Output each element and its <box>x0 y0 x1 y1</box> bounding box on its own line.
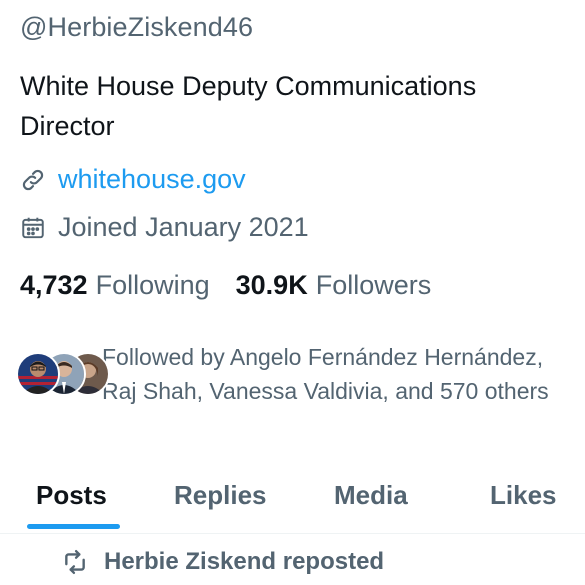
followers-stat[interactable]: 30.9K Followers <box>236 270 432 301</box>
followers-label: Followers <box>315 270 432 300</box>
avatar <box>16 352 60 396</box>
tab-replies[interactable]: Replies <box>174 470 267 532</box>
website-link[interactable]: whitehouse.gov <box>58 164 246 195</box>
tab-likes[interactable]: Likes <box>490 470 557 532</box>
repost-icon <box>62 549 88 575</box>
website-row: whitehouse.gov <box>20 164 246 195</box>
following-count: 4,732 <box>20 270 88 300</box>
tab-label: Media <box>334 480 408 510</box>
tabs-divider <box>0 533 585 534</box>
tab-media[interactable]: Media <box>334 470 408 532</box>
active-tab-indicator <box>27 524 120 529</box>
profile-handle: @HerbieZiskend46 <box>20 12 254 42</box>
calendar-icon <box>20 215 46 241</box>
followed-by-text: Followed by Angelo Fernández Hernández, … <box>102 344 549 404</box>
followed-by[interactable]: Followed by Angelo Fernández Hernández, … <box>16 340 572 408</box>
follow-stats: 4,732 Following 30.9K Followers <box>20 270 457 301</box>
joined-row: Joined January 2021 <box>20 212 309 243</box>
profile-tabs: Posts Replies Media Likes <box>0 470 585 532</box>
link-icon <box>20 167 46 193</box>
profile-bio: White House Deputy Communications Direct… <box>20 71 477 141</box>
repost-banner[interactable]: Herbie Ziskend reposted <box>62 548 384 576</box>
tab-label: Posts <box>36 480 107 510</box>
tab-label: Replies <box>174 480 267 510</box>
following-label: Following <box>95 270 210 300</box>
tab-label: Likes <box>490 480 557 510</box>
repost-text: Herbie Ziskend reposted <box>104 548 385 575</box>
profile-page: @HerbieZiskend46 White House Deputy Comm… <box>0 0 585 585</box>
following-stat[interactable]: 4,732 Following <box>20 270 210 301</box>
joined-date: Joined January 2021 <box>58 212 309 242</box>
tab-posts[interactable]: Posts <box>36 470 107 532</box>
follower-avatars <box>16 352 110 396</box>
followers-count: 30.9K <box>235 270 308 300</box>
